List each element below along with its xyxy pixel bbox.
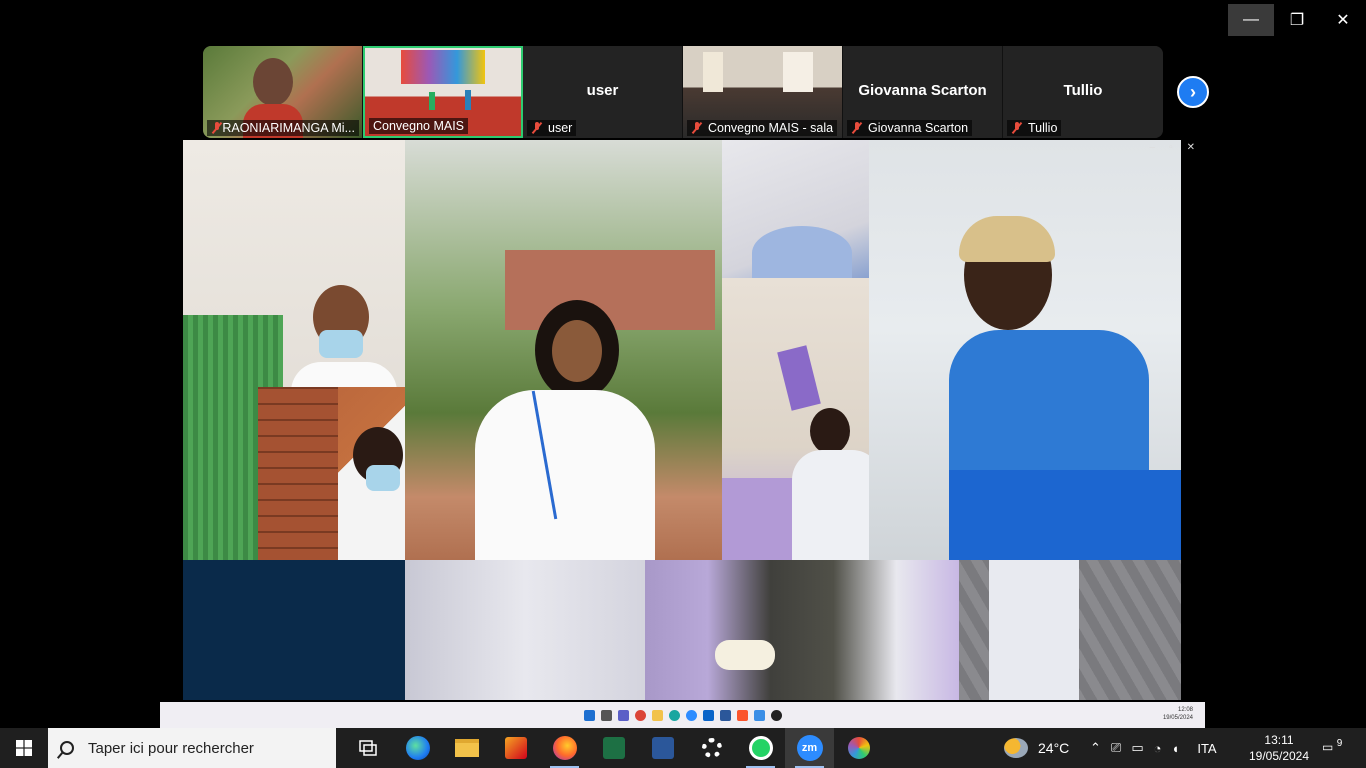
- brave-icon: [736, 709, 748, 721]
- taskview-icon: [358, 740, 377, 756]
- photo-notebook: [722, 140, 869, 280]
- paint-icon: [847, 737, 870, 759]
- zoom-icon: [685, 709, 697, 721]
- shared-clock: 12:08 19/05/2024: [1162, 707, 1193, 721]
- close-button[interactable]: ✕: [1320, 4, 1366, 36]
- participant-tile-5[interactable]: Giovanna Scarton Giovanna Scarton: [843, 46, 1003, 138]
- edge-icon: [405, 736, 430, 760]
- share-window-controls: – ▫ ✕: [1150, 142, 1196, 153]
- partly-sunny-icon: [1004, 738, 1028, 758]
- mic-off-icon: [211, 122, 220, 134]
- participant-label: RAONIARIMANGA Mi...: [207, 120, 359, 136]
- store-app[interactable]: [491, 728, 540, 768]
- edge-icon: [668, 709, 680, 721]
- photo-navy-panel: [183, 560, 405, 700]
- participant-name: Giovanna Scarton: [858, 82, 987, 99]
- paint-app[interactable]: [834, 728, 883, 768]
- mic-off-icon: [691, 122, 703, 134]
- search-placeholder: Taper ici pour rechercher: [88, 739, 254, 757]
- participant-strip: RAONIARIMANGA Mi... Convegno MAIS user u…: [203, 46, 1163, 138]
- share-minimize-button[interactable]: –: [1150, 142, 1156, 153]
- photo-student-scrubs: [869, 140, 1181, 560]
- participant-name: user: [586, 82, 619, 99]
- firefox-icon: [552, 736, 577, 760]
- restore-button[interactable]: ❐: [1274, 4, 1320, 36]
- store-icon: [504, 737, 527, 759]
- photo-student-smiling: [405, 140, 722, 560]
- weather-widget[interactable]: 24°C: [1004, 728, 1069, 768]
- participant-tile-4[interactable]: Convegno MAIS - sala: [683, 46, 843, 138]
- windows-icon: [583, 709, 595, 721]
- taskbar-search-box[interactable]: Taper ici pour rechercher: [48, 728, 336, 768]
- share-restore-button[interactable]: ▫: [1169, 142, 1173, 153]
- folder-icon: [454, 739, 479, 757]
- participant-label: Convegno MAIS - sala: [687, 120, 838, 136]
- gear-icon: [701, 738, 722, 758]
- notification-icon: ▭: [1322, 740, 1334, 754]
- window-controls: — ❐ ✕: [1228, 4, 1366, 36]
- start-button[interactable]: [0, 728, 48, 768]
- file-explorer-app[interactable]: [442, 728, 491, 768]
- shared-screen: – ▫ ✕ 12:08 19/05/2024: [160, 140, 1205, 728]
- participant-label: Tullio: [1007, 120, 1062, 136]
- edge-app[interactable]: [393, 728, 442, 768]
- todo-icon: [753, 709, 765, 721]
- word-icon: [651, 737, 674, 759]
- share-close-button[interactable]: ✕: [1187, 142, 1195, 153]
- chrome-icon: [634, 709, 646, 721]
- zoom-icon: zm: [796, 735, 823, 761]
- word-app[interactable]: [638, 728, 687, 768]
- mic-off-icon: [1011, 122, 1023, 134]
- photo-tiled-floor: [959, 560, 1181, 700]
- battery-icon[interactable]: ▭: [1131, 740, 1143, 756]
- photo-white-coat: [405, 560, 645, 700]
- firefox-app[interactable]: [540, 728, 589, 768]
- participant-tile-2[interactable]: Convegno MAIS: [363, 46, 523, 138]
- mic-off-icon: [531, 122, 543, 134]
- photo-seated-legs: [645, 560, 959, 700]
- shared-photo-collage: [183, 140, 1181, 700]
- language-indicator[interactable]: ITA: [1197, 741, 1216, 756]
- windows-taskbar: Taper ici pour rechercher zm 24°C ⌃ ⎚ ▭ …: [0, 728, 1366, 768]
- settings-app[interactable]: [687, 728, 736, 768]
- mic-off-icon: [851, 122, 863, 134]
- taskbar-apps: zm: [344, 728, 883, 768]
- whatsapp-icon: [748, 736, 773, 760]
- search-icon: [60, 741, 74, 755]
- zoom-app[interactable]: zm: [785, 728, 834, 768]
- media-player-icon: [770, 709, 782, 721]
- excel-app[interactable]: [589, 728, 638, 768]
- notifications-button[interactable]: ▭ 9: [1322, 738, 1342, 754]
- notification-count: 9: [1336, 738, 1343, 749]
- shared-taskbar: 12:08 19/05/2024: [160, 702, 1205, 728]
- wifi-icon[interactable]: ◔: [1154, 741, 1162, 756]
- teams-icon: [617, 709, 629, 721]
- show-hidden-icons-chevron-up-icon[interactable]: ⌃: [1090, 740, 1101, 756]
- meet-now-icon[interactable]: ⎚: [1111, 740, 1121, 756]
- weather-temp: 24°C: [1038, 740, 1070, 756]
- participant-tile-3[interactable]: user user: [523, 46, 683, 138]
- taskbar-clock[interactable]: 13:11 19/05/2024: [1244, 732, 1314, 764]
- system-tray: ⌃ ⎚ ▭ ◔ ◖ ITA: [1090, 728, 1217, 768]
- participant-label: Convegno MAIS: [369, 118, 469, 134]
- whatsapp-app[interactable]: [736, 728, 785, 768]
- taskview-icon: [600, 709, 612, 721]
- next-participants-button[interactable]: ›: [1177, 76, 1209, 108]
- word-icon: [719, 709, 731, 721]
- minimize-button[interactable]: —: [1228, 4, 1274, 36]
- participant-label: Giovanna Scarton: [847, 120, 973, 136]
- windows-logo-icon: [16, 740, 32, 756]
- folder-icon: [651, 709, 663, 721]
- participant-name: Tullio: [1063, 82, 1103, 99]
- participant-tile-1[interactable]: RAONIARIMANGA Mi...: [203, 46, 363, 138]
- taskview-button[interactable]: [344, 728, 393, 768]
- participant-label: user: [527, 120, 577, 136]
- participant-tile-6[interactable]: Tullio Tullio: [1003, 46, 1163, 138]
- excel-icon: [602, 737, 625, 759]
- volume-icon[interactable]: ◖: [1171, 741, 1179, 756]
- outlook-icon: [702, 709, 714, 721]
